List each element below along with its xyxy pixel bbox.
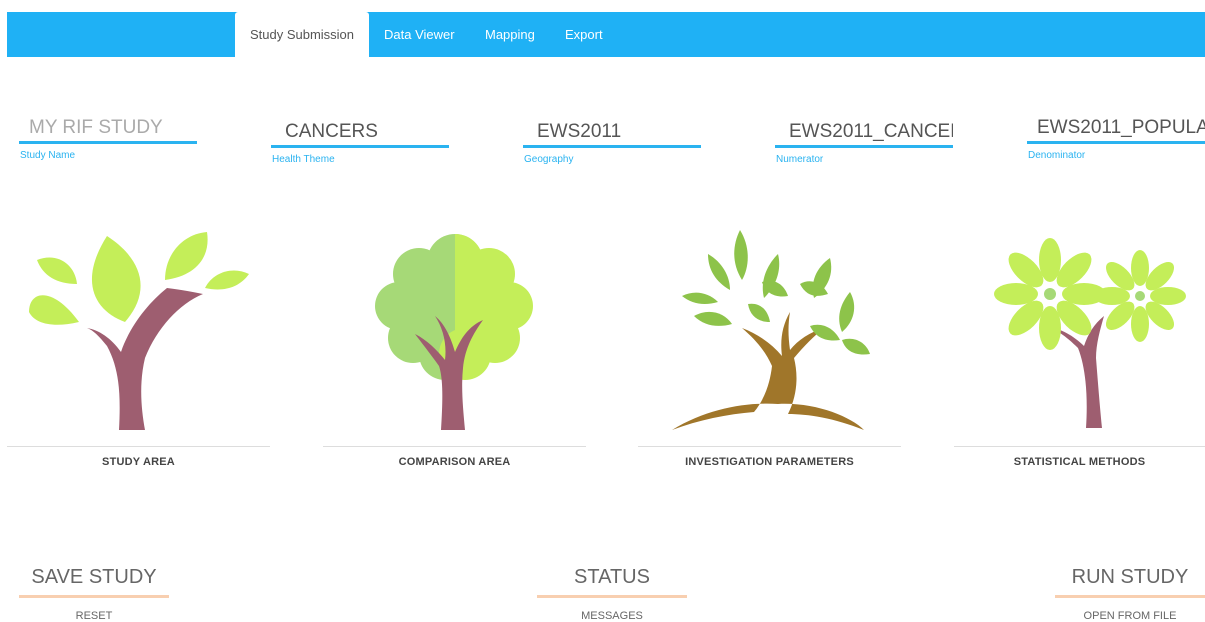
geography-input[interactable] <box>523 118 701 148</box>
tab-study-submission[interactable]: Study Submission <box>235 12 369 57</box>
geography-field-group: Geography <box>523 118 701 165</box>
tab-mapping[interactable]: Mapping <box>485 12 535 57</box>
status-group: STATUS MESSAGES <box>537 566 687 622</box>
denominator-label: Denominator <box>1028 150 1086 161</box>
comparison-area-label: COMPARISON AREA <box>398 456 511 468</box>
comparison-area-tree-icon <box>375 233 533 430</box>
save-study-button[interactable]: SAVE STUDY <box>19 566 169 598</box>
study-area-label: STUDY AREA <box>102 456 175 468</box>
health-theme-field-group: Health Theme <box>271 118 449 165</box>
statistical-methods-divider <box>954 446 1205 447</box>
open-from-file-link[interactable]: OPEN FROM FILE <box>1055 610 1205 622</box>
investigation-parameters-label: INVESTIGATION PARAMETERS <box>685 456 854 468</box>
tab-export[interactable]: Export <box>565 12 603 57</box>
study-name-input[interactable] <box>19 114 197 144</box>
run-study-button[interactable]: RUN STUDY <box>1055 566 1205 598</box>
top-nav-bar: Study Submission Data Viewer Mapping Exp… <box>7 12 1205 57</box>
comparison-area-panel[interactable]: COMPARISON AREA <box>323 218 586 474</box>
statistical-methods-tree-icon <box>994 238 1186 428</box>
study-name-field-group: Study Name <box>19 114 197 161</box>
reset-link[interactable]: RESET <box>19 610 169 622</box>
health-theme-input[interactable] <box>271 118 449 148</box>
study-area-divider <box>7 446 270 447</box>
statistical-methods-panel[interactable]: STATISTICAL METHODS <box>954 218 1205 474</box>
denominator-field-group: Denominator <box>1027 114 1205 161</box>
run-study-group: RUN STUDY OPEN FROM FILE <box>1055 566 1205 622</box>
numerator-label: Numerator <box>776 154 824 165</box>
messages-link[interactable]: MESSAGES <box>537 610 687 622</box>
investigation-parameters-panel[interactable]: INVESTIGATION PARAMETERS <box>638 218 901 474</box>
investigation-parameters-divider <box>638 446 901 447</box>
investigation-parameters-tree-icon <box>672 230 870 430</box>
tab-data-viewer[interactable]: Data Viewer <box>384 12 455 57</box>
geography-label: Geography <box>524 154 574 165</box>
comparison-area-divider <box>323 446 586 447</box>
health-theme-label: Health Theme <box>272 154 335 165</box>
statistical-methods-label: STATISTICAL METHODS <box>1013 456 1146 468</box>
denominator-input[interactable] <box>1027 114 1205 144</box>
study-area-tree-icon <box>29 232 249 430</box>
numerator-input[interactable] <box>775 118 953 148</box>
status-button[interactable]: STATUS <box>537 566 687 598</box>
numerator-field-group: Numerator <box>775 118 953 165</box>
study-area-panel[interactable]: STUDY AREA <box>7 218 270 474</box>
study-name-label: Study Name <box>20 150 76 161</box>
save-study-group: SAVE STUDY RESET <box>19 566 169 622</box>
